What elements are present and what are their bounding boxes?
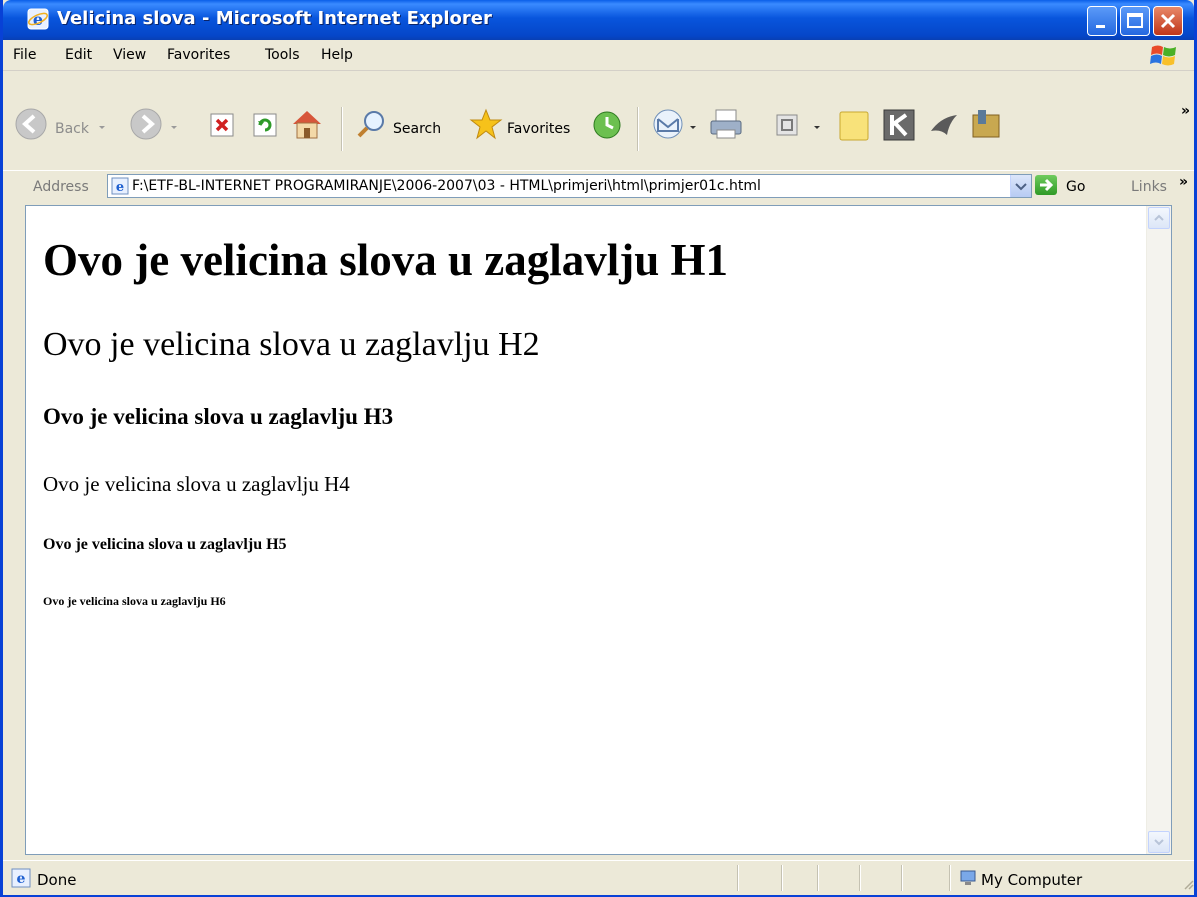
ie-logo-icon: e — [27, 8, 49, 30]
vertical-scrollbar[interactable] — [1146, 206, 1171, 854]
links-toolbar[interactable]: Links — [1131, 179, 1167, 195]
chevron-down-icon[interactable] — [168, 121, 180, 133]
history-icon[interactable] — [591, 109, 623, 141]
close-button[interactable] — [1153, 6, 1183, 36]
chevron-down-icon[interactable] — [687, 121, 699, 133]
my-computer-icon — [960, 870, 976, 885]
windows-flag-icon — [1150, 45, 1176, 66]
maximize-button[interactable] — [1120, 6, 1150, 36]
chevron-down-icon — [1154, 839, 1164, 846]
favorites-button[interactable]: Favorites — [507, 121, 570, 137]
back-arrow-icon[interactable] — [13, 106, 49, 142]
address-url[interactable]: F:\ETF-BL-INTERNET PROGRAMIRANJE\2006-20… — [132, 178, 761, 194]
chevron-up-icon — [1154, 214, 1164, 221]
resize-grip-icon[interactable] — [1181, 877, 1195, 891]
page-done-icon: e — [11, 868, 31, 888]
status-text: Done — [37, 871, 77, 889]
maximize-icon — [1127, 13, 1143, 28]
bookmark-icon[interactable] — [969, 107, 1003, 141]
go-button[interactable]: Go — [1066, 179, 1085, 195]
search-icon[interactable] — [355, 107, 389, 141]
go-arrow-button[interactable] — [1035, 175, 1057, 195]
page-content: Ovo je velicina slova u zaglavlju H1 Ovo… — [25, 205, 1172, 855]
svg-text:e: e — [116, 180, 124, 195]
address-input[interactable]: e F:\ETF-BL-INTERNET PROGRAMIRANJE\2006-… — [107, 174, 1032, 198]
status-bar: e Done My Computer — [3, 860, 1194, 895]
close-icon — [1160, 13, 1176, 29]
svg-text:e: e — [33, 10, 43, 29]
window-title: Velicina slova - Microsoft Internet Expl… — [57, 8, 492, 29]
back-button[interactable]: Back — [55, 121, 89, 137]
go-arrow-icon — [1040, 178, 1054, 192]
heading-h5: Ovo je velicina slova u zaglavlju H5 — [43, 536, 287, 553]
minimize-icon — [1096, 25, 1105, 28]
heading-h3: Ovo je velicina slova u zaglavlju H3 — [43, 404, 394, 429]
address-bar: Address e F:\ETF-BL-INTERNET PROGRAMIRAN… — [3, 170, 1194, 203]
security-zone: My Computer — [981, 871, 1083, 889]
minimize-button[interactable] — [1087, 6, 1117, 36]
search-button[interactable]: Search — [393, 121, 441, 137]
address-dropdown-button[interactable] — [1010, 175, 1031, 197]
page-ie-icon: e — [111, 177, 129, 195]
heading-h6: Ovo je velicina slova u zaglavlju H6 — [43, 594, 226, 608]
scroll-up-button[interactable] — [1148, 207, 1170, 229]
chevron-down-icon[interactable] — [96, 121, 108, 133]
stop-icon[interactable] — [208, 111, 236, 139]
heading-h2: Ovo je velicina slova u zaglavlju H2 — [43, 326, 540, 363]
chevron-down-icon — [1015, 183, 1027, 191]
menu-favorites[interactable]: Favorites — [167, 47, 230, 63]
home-icon[interactable] — [289, 107, 325, 141]
print-icon[interactable] — [707, 107, 745, 141]
edit-page-icon[interactable] — [773, 111, 801, 139]
forward-arrow-icon[interactable] — [128, 106, 164, 142]
menu-bar: File Edit View Favorites Tools Help — [3, 40, 1194, 71]
svg-text:e: e — [17, 871, 26, 887]
toolbar-overflow-chevron[interactable]: » — [1181, 103, 1190, 119]
menu-file[interactable]: File — [13, 47, 36, 63]
standard-toolbar: Back Search Favorites » — [3, 71, 1194, 167]
mail-icon[interactable] — [651, 107, 685, 141]
scroll-down-button[interactable] — [1148, 831, 1170, 853]
research-icon[interactable] — [927, 109, 961, 141]
menu-view[interactable]: View — [113, 47, 146, 63]
favorites-star-icon[interactable] — [469, 107, 503, 141]
heading-h4: Ovo je velicina slova u zaglavlju H4 — [43, 472, 350, 496]
browser-window: e Velicina slova - Microsoft Internet Ex… — [0, 0, 1197, 897]
heading-h1: Ovo je velicina slova u zaglavlju H1 — [43, 235, 728, 285]
address-label: Address — [33, 179, 89, 195]
discuss-note-icon[interactable] — [837, 109, 871, 143]
menu-help[interactable]: Help — [321, 47, 353, 63]
links-overflow-chevron[interactable]: » — [1179, 174, 1188, 190]
menu-tools[interactable]: Tools — [265, 47, 300, 63]
title-bar[interactable]: e Velicina slova - Microsoft Internet Ex… — [3, 0, 1194, 40]
chevron-down-icon[interactable] — [811, 121, 823, 133]
menu-edit[interactable]: Edit — [65, 47, 92, 63]
refresh-icon[interactable] — [251, 111, 279, 139]
messenger-icon[interactable] — [881, 107, 917, 143]
